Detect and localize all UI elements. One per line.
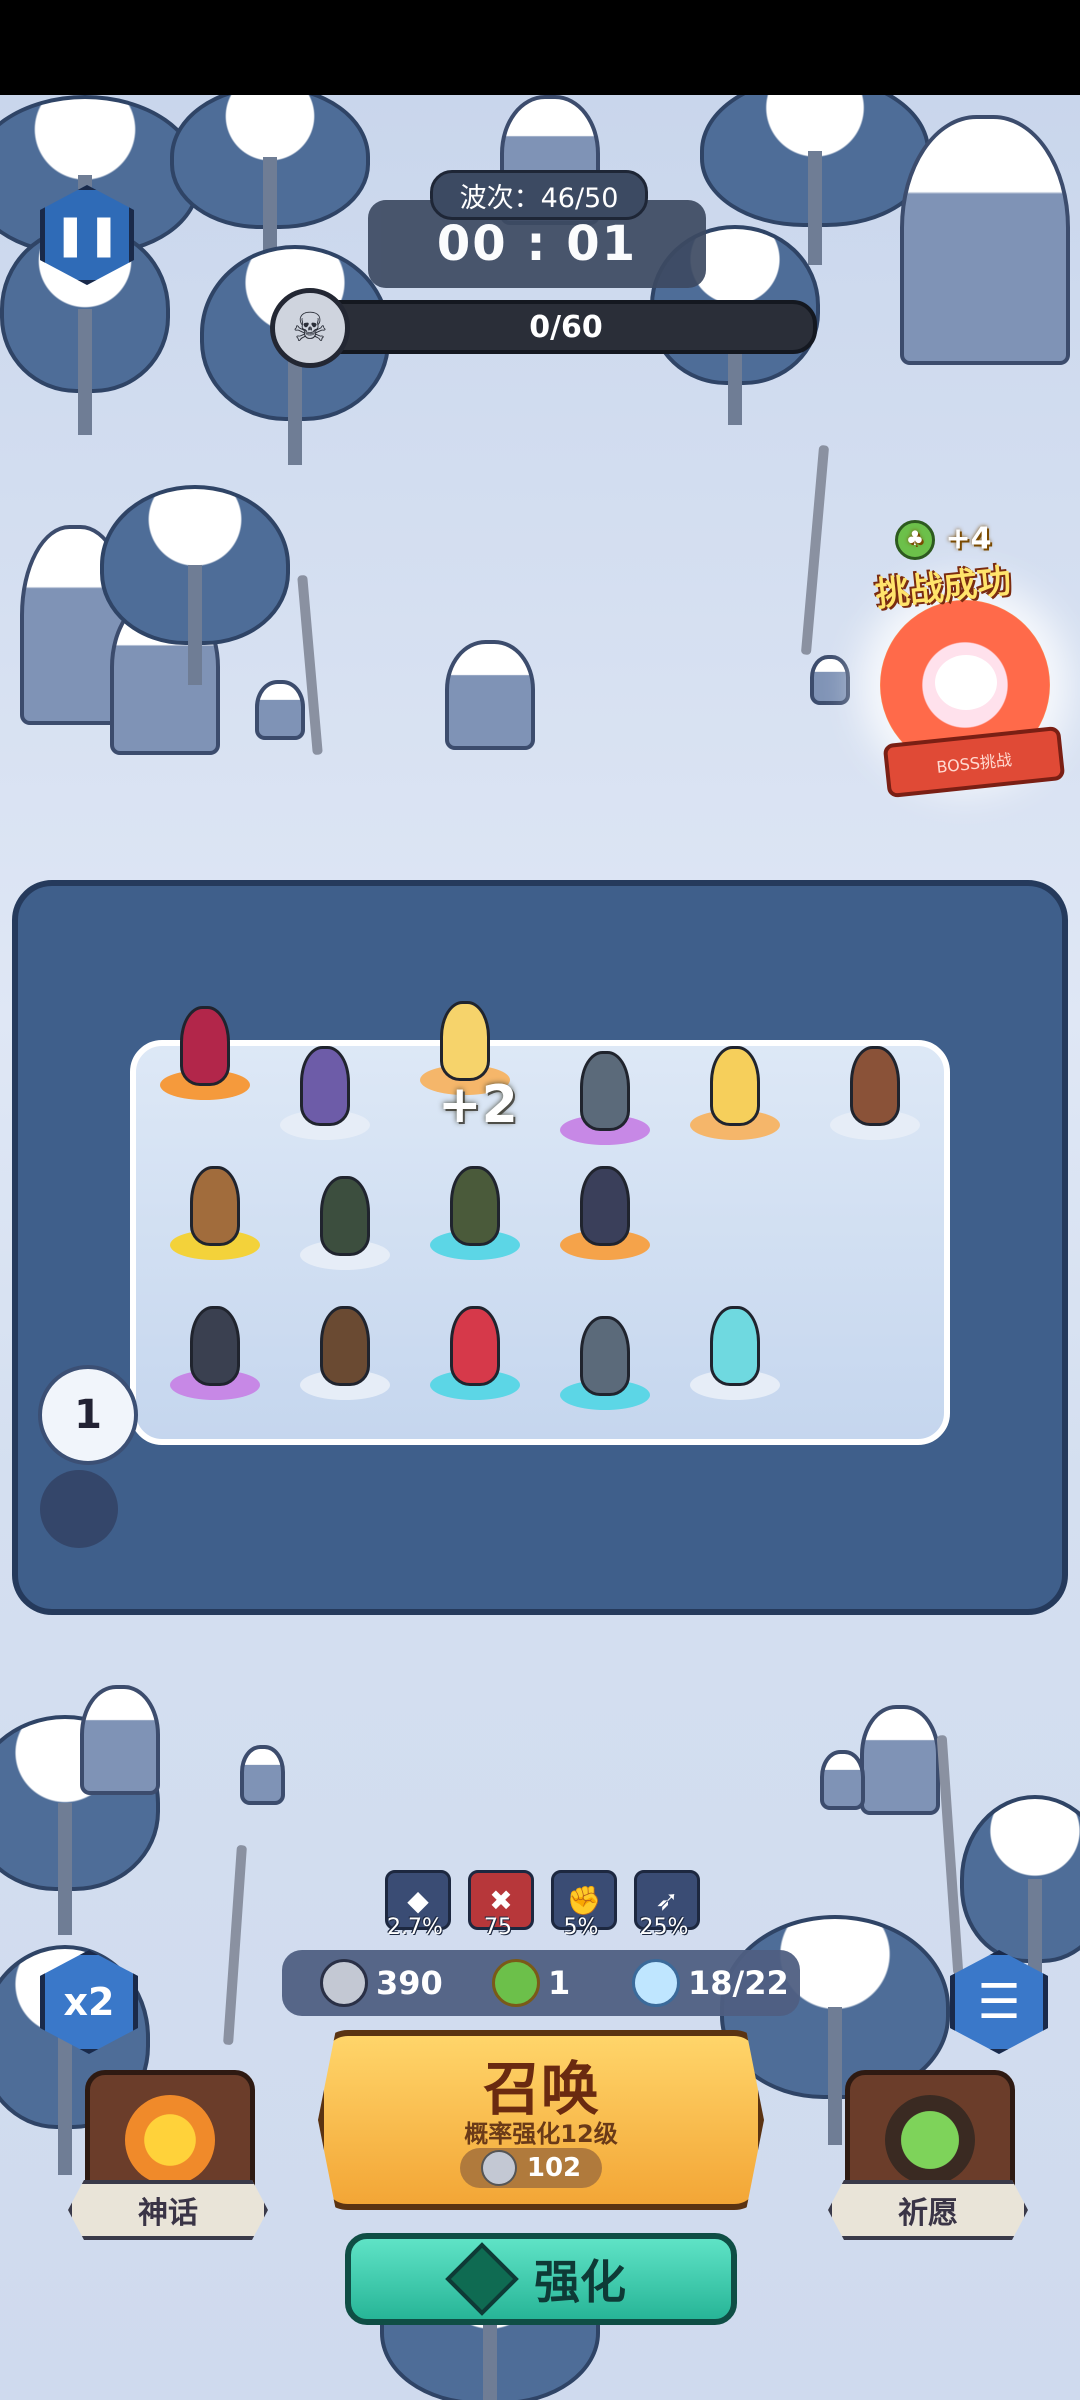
dead-tree <box>223 1844 247 2046</box>
snow-rock <box>820 1750 865 1810</box>
clover-icon: ♣ <box>895 520 935 560</box>
hero-unit[interactable] <box>560 1300 650 1410</box>
summon-slot-counter: 1 <box>38 1365 138 1465</box>
snow-rock <box>860 1705 940 1815</box>
hero-unit[interactable] <box>830 1030 920 1140</box>
clover-icon <box>885 2095 975 2185</box>
hero-unit[interactable] <box>690 1290 780 1400</box>
snow-rock <box>255 680 305 740</box>
upgrade-arrow-icon <box>445 2242 519 2316</box>
snow-rock <box>240 1745 285 1805</box>
wish-label: 祈愿 <box>828 2180 1028 2240</box>
silver-resource: 390 <box>320 1955 443 2011</box>
summon-subtitle: 概率强化12级 <box>464 2120 618 2148</box>
skull-icon: ☠ <box>270 288 350 368</box>
myth-label: 神话 <box>68 2180 268 2240</box>
wave-counter: 波次：46/50 <box>430 170 648 220</box>
gear-icon[interactable] <box>40 1470 118 1548</box>
stat-fist-value: 5% <box>563 1915 599 1940</box>
hero-unit[interactable] <box>560 1150 650 1260</box>
clover-value: 1 <box>548 1964 571 2002</box>
clover-resource: 1 <box>492 1955 570 2011</box>
hero-unit[interactable] <box>300 1160 390 1270</box>
myth-emblem-icon <box>125 2095 215 2185</box>
hero-unit[interactable] <box>560 1035 650 1145</box>
hero-unit[interactable] <box>300 1290 390 1400</box>
stat-armor-break-value: 75 <box>484 1915 512 1940</box>
status-bar <box>0 0 1080 95</box>
hero-unit[interactable] <box>170 1290 260 1400</box>
snow-rock <box>445 640 535 750</box>
boss-reward: ♣ +4 <box>895 520 991 560</box>
hero-unit[interactable] <box>160 990 250 1100</box>
summon-cost: 102 <box>460 2148 602 2188</box>
hero-unit[interactable] <box>690 1030 780 1140</box>
dead-tree <box>800 444 830 656</box>
population-resource: 18/22 <box>632 1955 789 2011</box>
snow-rock <box>810 655 850 705</box>
stat-crit-value: 2.7% <box>387 1915 443 1940</box>
clover-coin-icon <box>492 1959 540 2007</box>
enhance-button[interactable]: 强化 <box>345 2233 737 2325</box>
silver-coin-icon <box>480 2150 517 2186</box>
snow-tree <box>170 95 370 265</box>
snow-rock <box>80 1685 160 1795</box>
pause-icon: ❚❚ <box>53 212 121 258</box>
silver-value: 390 <box>376 1964 443 2002</box>
silver-coin-icon <box>320 1959 368 2007</box>
merge-popup: +2 <box>438 1075 518 1135</box>
hero-unit[interactable] <box>430 1150 520 1260</box>
boss-reward-value: +4 <box>945 521 992 557</box>
population-icon <box>632 1959 680 2007</box>
boss-portrait-icon <box>935 655 997 710</box>
snow-tree <box>100 485 290 685</box>
menu-icon: ☰ <box>977 1974 1021 2030</box>
population-value: 18/22 <box>688 1964 789 2002</box>
stat-arrow-value: 25% <box>639 1915 689 1940</box>
snow-rock <box>900 115 1070 365</box>
summon-cost-value: 102 <box>526 2153 582 2183</box>
kill-progress-bar: 0/60 <box>315 300 817 354</box>
hero-unit[interactable] <box>430 1290 520 1400</box>
hero-unit[interactable] <box>170 1150 260 1260</box>
hero-unit[interactable] <box>280 1030 370 1140</box>
enhance-label: 强化 <box>534 2255 626 2309</box>
